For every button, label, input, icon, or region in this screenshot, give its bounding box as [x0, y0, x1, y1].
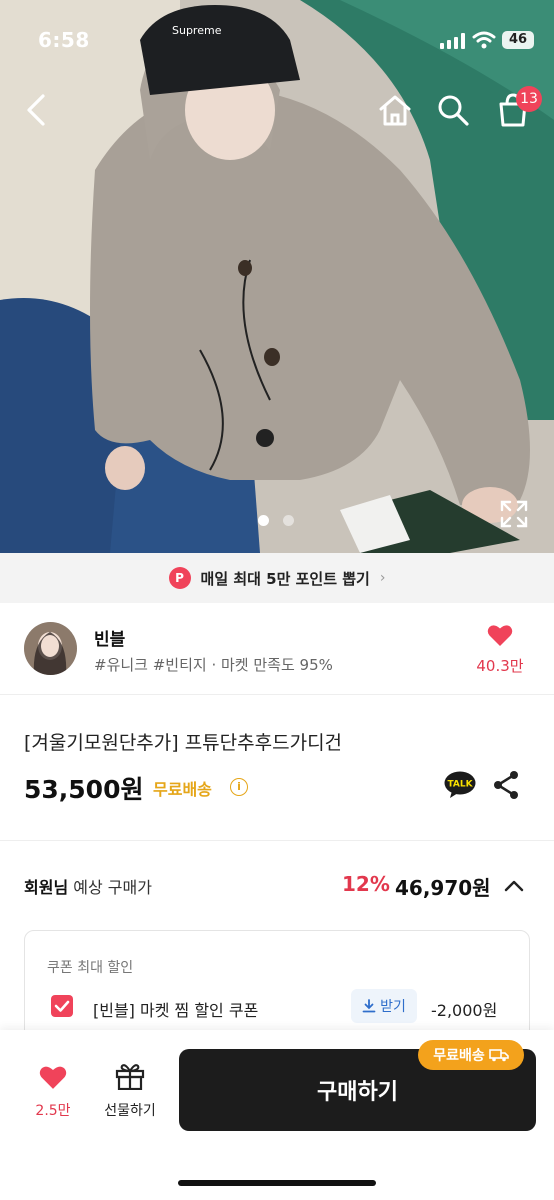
section-divider: [0, 840, 554, 841]
product-image-gallery[interactable]: Supreme 6:58 46 13: [0, 0, 554, 553]
signal-icon: [440, 33, 465, 49]
coupon-receive-label: 받기: [380, 999, 406, 1015]
battery-indicator: 46: [502, 31, 534, 49]
chevron-right-icon: ›: [379, 570, 386, 586]
home-indicator: [178, 1180, 376, 1186]
product-photo: Supreme: [0, 0, 554, 553]
wishlist-button[interactable]: 2.5만: [22, 1064, 84, 1124]
heart-icon: [487, 625, 513, 646]
member-price-label: 회원님 예상 구매가: [24, 878, 152, 897]
search-button[interactable]: [432, 90, 474, 130]
coupon-receive-button[interactable]: 받기: [351, 989, 417, 1023]
gift-label: 선물하기: [104, 1103, 156, 1119]
product-price: 53,500원: [24, 775, 144, 804]
gift-icon: [115, 1064, 145, 1091]
truck-icon: [488, 1049, 509, 1062]
avatar-image: [24, 622, 77, 675]
buy-button-label: 구매하기: [317, 1080, 398, 1105]
back-icon: [27, 94, 45, 126]
seller-tags: #유니크 #빈티지 · 마켓 만족도 95%: [94, 656, 333, 674]
talk-icon: TALK: [444, 771, 476, 798]
points-banner-text: 매일 최대 5만 포인트 뽑기: [200, 569, 370, 588]
free-shipping-badge-label: 무료배송: [433, 1048, 485, 1064]
download-icon: [362, 999, 376, 1013]
seller-name[interactable]: 빈블: [94, 625, 125, 650]
collapse-button[interactable]: [502, 874, 526, 898]
chevron-up-icon: [504, 880, 524, 892]
fullscreen-button[interactable]: [498, 498, 530, 530]
bottom-action-bar: 2.5만 선물하기 구매하기 무료배송: [0, 1030, 554, 1200]
home-icon: [379, 95, 411, 126]
points-event-banner[interactable]: P 매일 최대 5만 포인트 뽑기 ›: [0, 553, 554, 603]
home-button[interactable]: [374, 90, 416, 130]
svg-text:TALK: TALK: [447, 780, 473, 790]
wishlist-count: 2.5만: [35, 1103, 71, 1119]
info-icon[interactable]: i: [230, 778, 248, 796]
gift-button[interactable]: 선물하기: [96, 1062, 164, 1124]
points-badge: P: [168, 567, 191, 589]
seller-avatar[interactable]: [24, 622, 77, 675]
free-shipping-badge: 무료배송: [418, 1040, 524, 1070]
coupon-discount: -2,000원: [431, 1001, 498, 1020]
member-price-value: 46,970원: [395, 876, 491, 900]
seller-like-count: 40.3만: [476, 657, 524, 675]
share-icon: [494, 771, 518, 799]
seller-like-button[interactable]: 40.3만: [470, 623, 530, 676]
checkbox-icon: [54, 1000, 70, 1012]
talk-button[interactable]: TALK: [444, 771, 476, 799]
pagination-dot-active[interactable]: [258, 515, 269, 526]
coupon-name: [빈블] 마켓 찜 할인 쿠폰: [93, 1001, 259, 1020]
heart-icon: [39, 1066, 67, 1089]
status-bar: 6:58 46: [0, 0, 554, 80]
coupon-heading: 쿠폰 최대 할인: [47, 960, 134, 976]
search-icon: [438, 95, 469, 126]
back-button[interactable]: [18, 88, 54, 132]
share-button[interactable]: [492, 770, 520, 800]
wifi-icon: [472, 31, 496, 49]
gallery-pagination: [258, 515, 294, 526]
status-time: 6:58: [38, 28, 90, 52]
member-discount-percent: 12%: [342, 872, 390, 896]
pagination-dot[interactable]: [283, 515, 294, 526]
cart-count-badge: 13: [516, 86, 542, 112]
coupon-checkbox[interactable]: [51, 995, 73, 1017]
free-shipping-label: 무료배송: [153, 780, 212, 799]
member-price-row[interactable]: 회원님 예상 구매가 12% 46,970원: [24, 872, 530, 900]
expand-icon: [500, 500, 528, 528]
seller-section[interactable]: 빈블 #유니크 #빈티지 · 마켓 만족도 95% 40.3만: [0, 603, 554, 695]
product-title: [겨울기모원단추가] 프튜단추후드가디건: [24, 732, 343, 754]
